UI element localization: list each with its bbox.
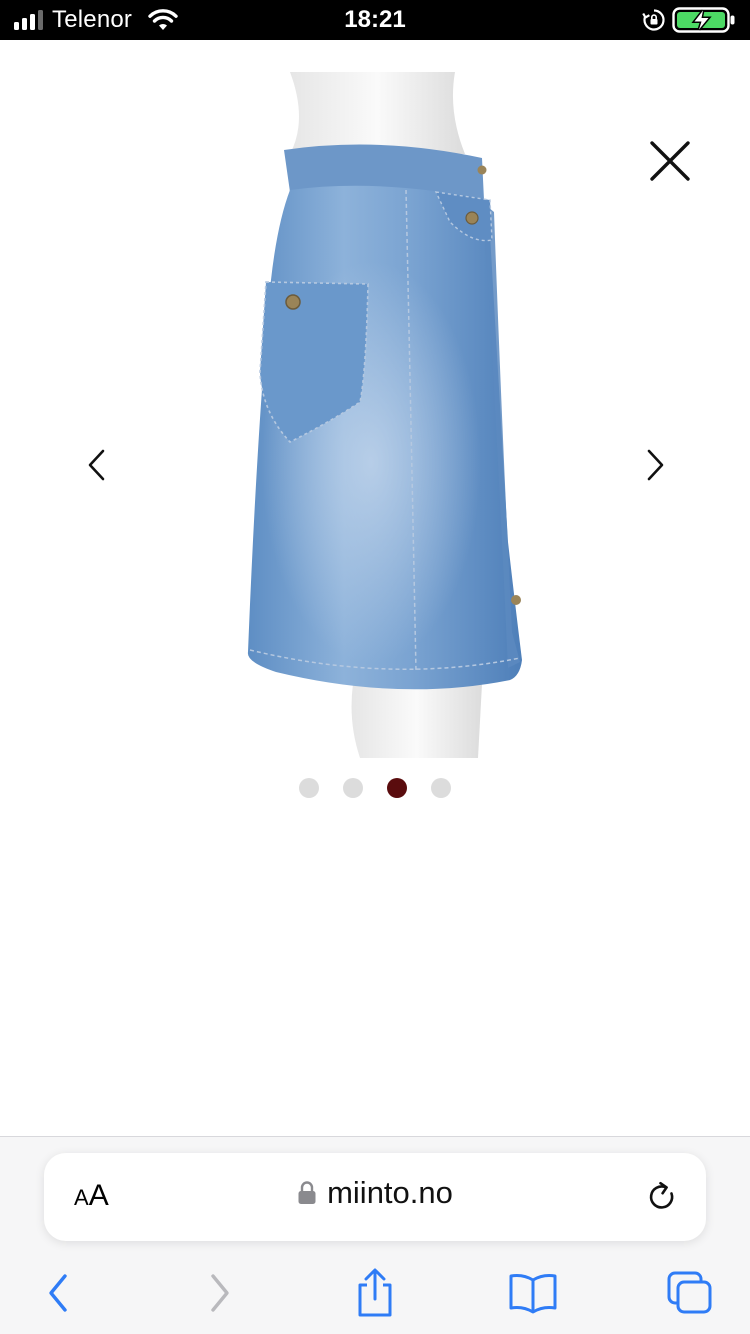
orientation-lock-icon bbox=[642, 9, 665, 31]
tabs-icon bbox=[667, 1271, 712, 1314]
reload-icon[interactable] bbox=[644, 1179, 680, 1215]
product-image[interactable] bbox=[220, 72, 540, 758]
close-icon[interactable] bbox=[645, 136, 695, 186]
tabs-button[interactable] bbox=[662, 1265, 718, 1321]
battery-charging-icon bbox=[672, 7, 735, 33]
book-icon bbox=[509, 1274, 557, 1314]
forward-button[interactable] bbox=[192, 1265, 248, 1321]
url-text: miinto.no bbox=[327, 1175, 453, 1210]
chevron-left-icon[interactable] bbox=[82, 445, 112, 485]
clock: 18:21 bbox=[344, 6, 406, 33]
chevron-right-icon bbox=[211, 1274, 229, 1312]
padlock-icon bbox=[298, 1181, 316, 1204]
bookmarks-button[interactable] bbox=[505, 1265, 561, 1321]
pagination-dot[interactable] bbox=[299, 778, 319, 798]
browser-toolbar bbox=[0, 1265, 750, 1325]
back-button[interactable] bbox=[30, 1265, 86, 1321]
url-display[interactable]: miinto.no bbox=[44, 1175, 706, 1211]
share-button[interactable] bbox=[347, 1265, 403, 1321]
status-bar: Telenor 18:21 bbox=[0, 0, 750, 40]
chevron-right-icon[interactable] bbox=[640, 445, 670, 485]
image-pagination-dots bbox=[0, 778, 750, 798]
address-bar[interactable]: A A miinto.no bbox=[44, 1153, 706, 1241]
pagination-dot-active[interactable] bbox=[387, 778, 407, 798]
product-image-viewer bbox=[0, 40, 750, 820]
pagination-dot[interactable] bbox=[343, 778, 363, 798]
share-icon bbox=[358, 1268, 392, 1317]
chevron-left-icon bbox=[49, 1274, 67, 1312]
pagination-dot[interactable] bbox=[431, 778, 451, 798]
browser-chrome: A A miinto.no bbox=[0, 1136, 750, 1334]
status-right bbox=[642, 7, 736, 33]
